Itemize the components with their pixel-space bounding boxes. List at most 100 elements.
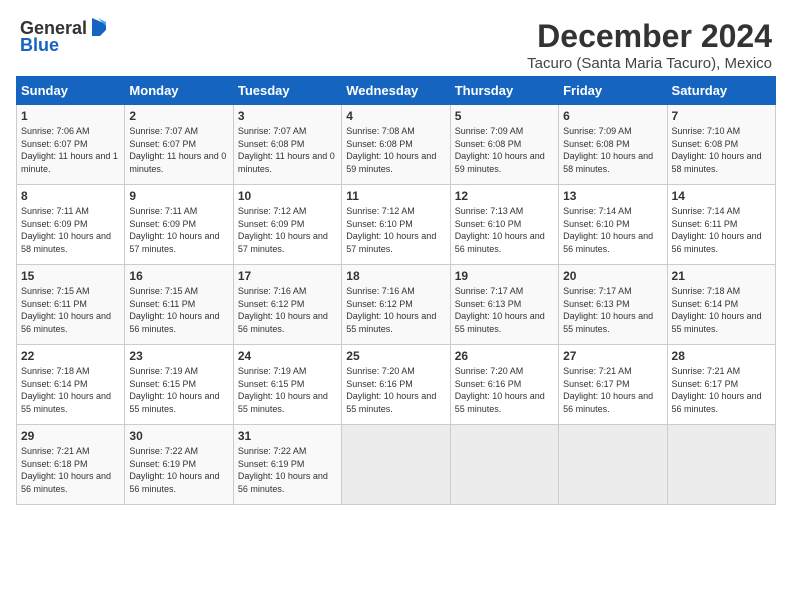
cell-text: Sunrise: 7:11 AMSunset: 6:09 PMDaylight:…: [129, 205, 228, 255]
cell-text: Sunrise: 7:12 AMSunset: 6:10 PMDaylight:…: [346, 205, 445, 255]
day-number: 24: [238, 349, 337, 363]
calendar-week-row: 15 Sunrise: 7:15 AMSunset: 6:11 PMDayligh…: [17, 265, 776, 345]
day-number: 22: [21, 349, 120, 363]
calendar-day-cell: 2 Sunrise: 7:07 AMSunset: 6:07 PMDaylight…: [125, 105, 233, 185]
cell-text: Sunrise: 7:22 AMSunset: 6:19 PMDaylight:…: [238, 445, 337, 495]
calendar-day-cell: 5Sunrise: 7:09 AMSunset: 6:08 PMDaylight…: [450, 105, 558, 185]
calendar-header-cell: Saturday: [667, 77, 775, 105]
calendar-header-row: SundayMondayTuesdayWednesdayThursdayFrid…: [17, 77, 776, 105]
day-number: 11: [346, 189, 445, 203]
calendar-day-cell: [342, 425, 450, 505]
calendar-day-cell: [667, 425, 775, 505]
cell-text: Sunrise: 7:20 AMSunset: 6:16 PMDaylight:…: [455, 365, 554, 415]
cell-text: Sunrise: 7:10 AMSunset: 6:08 PMDaylight:…: [672, 125, 771, 175]
calendar-day-cell: 27 Sunrise: 7:21 AMSunset: 6:17 PMDayligh…: [559, 345, 667, 425]
day-number: 27: [563, 349, 662, 363]
calendar-day-cell: 7 Sunrise: 7:10 AMSunset: 6:08 PMDaylight…: [667, 105, 775, 185]
day-number: 13: [563, 189, 662, 203]
calendar-day-cell: 28 Sunrise: 7:21 AMSunset: 6:17 PMDayligh…: [667, 345, 775, 425]
calendar-header-cell: Sunday: [17, 77, 125, 105]
calendar-week-row: 1 Sunrise: 7:06 AMSunset: 6:07 PMDaylight…: [17, 105, 776, 185]
calendar-day-cell: 15Sunrise: 7:15 AMSunset: 6:11 PMDayligh…: [17, 265, 125, 345]
calendar-day-cell: 4 Sunrise: 7:08 AMSunset: 6:08 PMDaylight…: [342, 105, 450, 185]
cell-text: Sunrise: 7:06 AMSunset: 6:07 PMDaylight:…: [21, 125, 120, 175]
calendar-day-cell: 20Sunrise: 7:17 AMSunset: 6:13 PMDayligh…: [559, 265, 667, 345]
cell-text: Sunrise: 7:13 AMSunset: 6:10 PMDaylight:…: [455, 205, 554, 255]
cell-text: Sunrise: 7:18 AMSunset: 6:14 PMDaylight:…: [672, 285, 771, 335]
calendar-table: SundayMondayTuesdayWednesdayThursdayFrid…: [16, 76, 776, 505]
cell-text: Sunrise: 7:11 AMSunset: 6:09 PMDaylight:…: [21, 205, 120, 255]
day-number: 14: [672, 189, 771, 203]
calendar-day-cell: 19Sunrise: 7:17 AMSunset: 6:13 PMDayligh…: [450, 265, 558, 345]
header: General Blue December 2024 Tacuro (Santa…: [10, 10, 782, 76]
calendar-header-cell: Thursday: [450, 77, 558, 105]
cell-text: Sunrise: 7:19 AMSunset: 6:15 PMDaylight:…: [238, 365, 337, 415]
calendar-day-cell: 16 Sunrise: 7:15 AMSunset: 6:11 PMDayligh…: [125, 265, 233, 345]
day-number: 21: [672, 269, 771, 283]
calendar-day-cell: 26 Sunrise: 7:20 AMSunset: 6:16 PMDayligh…: [450, 345, 558, 425]
calendar-header-cell: Monday: [125, 77, 233, 105]
calendar-week-row: 8 Sunrise: 7:11 AMSunset: 6:09 PMDaylight…: [17, 185, 776, 265]
calendar-day-cell: 12Sunrise: 7:13 AMSunset: 6:10 PMDayligh…: [450, 185, 558, 265]
day-number: 8: [21, 189, 120, 203]
cell-text: Sunrise: 7:08 AMSunset: 6:08 PMDaylight:…: [346, 125, 445, 175]
calendar-header-cell: Friday: [559, 77, 667, 105]
cell-text: Sunrise: 7:22 AMSunset: 6:19 PMDaylight:…: [129, 445, 228, 495]
cell-text: Sunrise: 7:14 AMSunset: 6:10 PMDaylight:…: [563, 205, 662, 255]
cell-text: Sunrise: 7:18 AMSunset: 6:14 PMDaylight:…: [21, 365, 120, 415]
day-number: 17: [238, 269, 337, 283]
calendar-day-cell: 17 Sunrise: 7:16 AMSunset: 6:12 PMDayligh…: [233, 265, 341, 345]
calendar-day-cell: 3 Sunrise: 7:07 AMSunset: 6:08 PMDaylight…: [233, 105, 341, 185]
day-number: 28: [672, 349, 771, 363]
day-number: 9: [129, 189, 228, 203]
cell-text: Sunrise: 7:07 AMSunset: 6:08 PMDaylight:…: [238, 125, 337, 175]
day-number: 31: [238, 429, 337, 443]
day-number: 15: [21, 269, 120, 283]
cell-text: Sunrise: 7:15 AMSunset: 6:11 PMDaylight:…: [129, 285, 228, 335]
cell-text: Sunrise: 7:07 AMSunset: 6:07 PMDaylight:…: [129, 125, 228, 175]
day-number: 16: [129, 269, 228, 283]
day-number: 26: [455, 349, 554, 363]
calendar-header-cell: Tuesday: [233, 77, 341, 105]
day-number: 2: [129, 109, 228, 123]
cell-text: Sunrise: 7:09 AMSunset: 6:08 PMDaylight:…: [563, 125, 662, 175]
calendar-day-cell: 30Sunrise: 7:22 AMSunset: 6:19 PMDayligh…: [125, 425, 233, 505]
day-number: 4: [346, 109, 445, 123]
day-number: 10: [238, 189, 337, 203]
calendar: SundayMondayTuesdayWednesdayThursdayFrid…: [10, 76, 782, 511]
calendar-day-cell: 21 Sunrise: 7:18 AMSunset: 6:14 PMDayligh…: [667, 265, 775, 345]
day-number: 3: [238, 109, 337, 123]
day-number: 23: [129, 349, 228, 363]
calendar-day-cell: 1 Sunrise: 7:06 AMSunset: 6:07 PMDaylight…: [17, 105, 125, 185]
day-number: 7: [672, 109, 771, 123]
calendar-week-row: 22 Sunrise: 7:18 AMSunset: 6:14 PMDayligh…: [17, 345, 776, 425]
calendar-day-cell: 11 Sunrise: 7:12 AMSunset: 6:10 PMDayligh…: [342, 185, 450, 265]
cell-text: Sunrise: 7:12 AMSunset: 6:09 PMDaylight:…: [238, 205, 337, 255]
calendar-day-cell: 14 Sunrise: 7:14 AMSunset: 6:11 PMDayligh…: [667, 185, 775, 265]
day-number: 20: [563, 269, 662, 283]
cell-text: Sunrise: 7:21 AMSunset: 6:17 PMDaylight:…: [563, 365, 662, 415]
calendar-day-cell: 18Sunrise: 7:16 AMSunset: 6:12 PMDayligh…: [342, 265, 450, 345]
title-area: December 2024 Tacuro (Santa Maria Tacuro…: [527, 18, 772, 72]
calendar-day-cell: 31 Sunrise: 7:22 AMSunset: 6:19 PMDayligh…: [233, 425, 341, 505]
logo-icon: [88, 18, 106, 36]
cell-text: Sunrise: 7:21 AMSunset: 6:18 PMDaylight:…: [21, 445, 120, 495]
day-number: 6: [563, 109, 662, 123]
cell-text: Sunrise: 7:16 AMSunset: 6:12 PMDaylight:…: [238, 285, 337, 335]
logo-blue: Blue: [20, 35, 59, 56]
logo: General Blue: [20, 18, 106, 56]
calendar-day-cell: [559, 425, 667, 505]
calendar-day-cell: 8 Sunrise: 7:11 AMSunset: 6:09 PMDaylight…: [17, 185, 125, 265]
cell-text: Sunrise: 7:14 AMSunset: 6:11 PMDaylight:…: [672, 205, 771, 255]
day-number: 1: [21, 109, 120, 123]
calendar-day-cell: 29 Sunrise: 7:21 AMSunset: 6:18 PMDayligh…: [17, 425, 125, 505]
cell-text: Sunrise: 7:20 AMSunset: 6:16 PMDaylight:…: [346, 365, 445, 415]
calendar-day-cell: 9 Sunrise: 7:11 AMSunset: 6:09 PMDaylight…: [125, 185, 233, 265]
day-number: 25: [346, 349, 445, 363]
calendar-day-cell: 25 Sunrise: 7:20 AMSunset: 6:16 PMDayligh…: [342, 345, 450, 425]
location-title: Tacuro (Santa Maria Tacuro), Mexico: [527, 55, 772, 72]
day-number: 29: [21, 429, 120, 443]
cell-text: Sunrise: 7:21 AMSunset: 6:17 PMDaylight:…: [672, 365, 771, 415]
cell-text: Sunrise: 7:09 AMSunset: 6:08 PMDaylight:…: [455, 125, 554, 175]
calendar-week-row: 29 Sunrise: 7:21 AMSunset: 6:18 PMDayligh…: [17, 425, 776, 505]
